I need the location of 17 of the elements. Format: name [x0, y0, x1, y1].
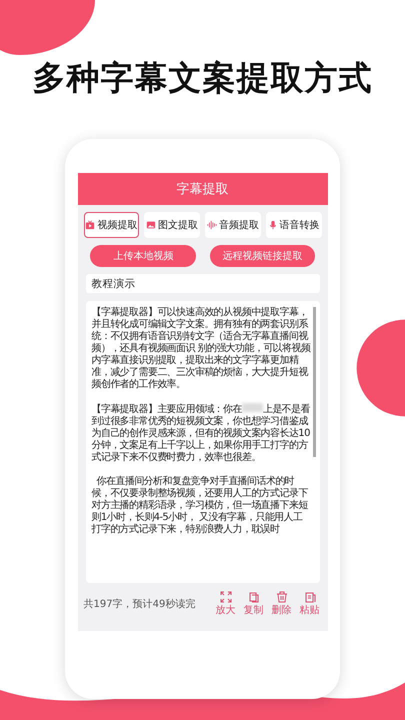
paragraph: 【字幕提取器】主要应用领域：你在 上是不是看到过很多非常优秀的短视频文案，你也想学习借鉴成为自己的创作灵感来源，但有的视频文案内容长达10分钟，文案足有上千字以上，如果你用手工打字的方式记录下来不仅费时费力，效率也很差。: [92, 403, 310, 464]
headline: 多种字幕文案提取方式: [32, 57, 372, 99]
app-title: 字幕提取: [176, 181, 228, 198]
paragraph: 你在直播间分析和复盘竞争对手直播间话术的时候，不仅要录制整场视频，还要用人工的方式记录下对方主播的精彩语录，学习模仿，但一场直播下来短则1小时，长则4-5小时， 又没有字幕，只能用人工打字的方式记录下来，特别浪费人力，耽误时: [92, 476, 310, 536]
upload-button[interactable]: 远程视频链接提取: [210, 245, 315, 267]
mode-tab[interactable]: 视频提取: [84, 212, 140, 238]
paragraph: 【字幕提取器】可以快速高效的从视频中提取字幕，并且转化成可编辑文字文案。拥有独有的两套识别系统：不仅拥有语音识别转文字（适合无字幕直播间视频），还具有视频画面识 别的强大功能，可以将视频内字幕直接识别提取，提取出来的文字字幕更加精准，减少了需要二、三次审稿的烦恼，大大提升短视频创作者的工作效率。: [92, 307, 310, 391]
word-count: 共197字，预计49秒读完: [84, 598, 196, 611]
upload-button[interactable]: 上传本地视频: [90, 245, 196, 267]
title-input[interactable]: 教程演示: [86, 274, 320, 293]
action-button[interactable]: 复制: [242, 591, 266, 617]
mode-tab[interactable]: 语音转换: [266, 212, 322, 238]
mode-tab[interactable]: 音频提取: [205, 212, 261, 238]
mode-tab[interactable]: 图文提取: [144, 212, 200, 238]
action-button[interactable]: 删除: [270, 591, 294, 617]
action-button[interactable]: 放大: [214, 591, 238, 617]
action-button[interactable]: 粘贴: [298, 591, 322, 617]
